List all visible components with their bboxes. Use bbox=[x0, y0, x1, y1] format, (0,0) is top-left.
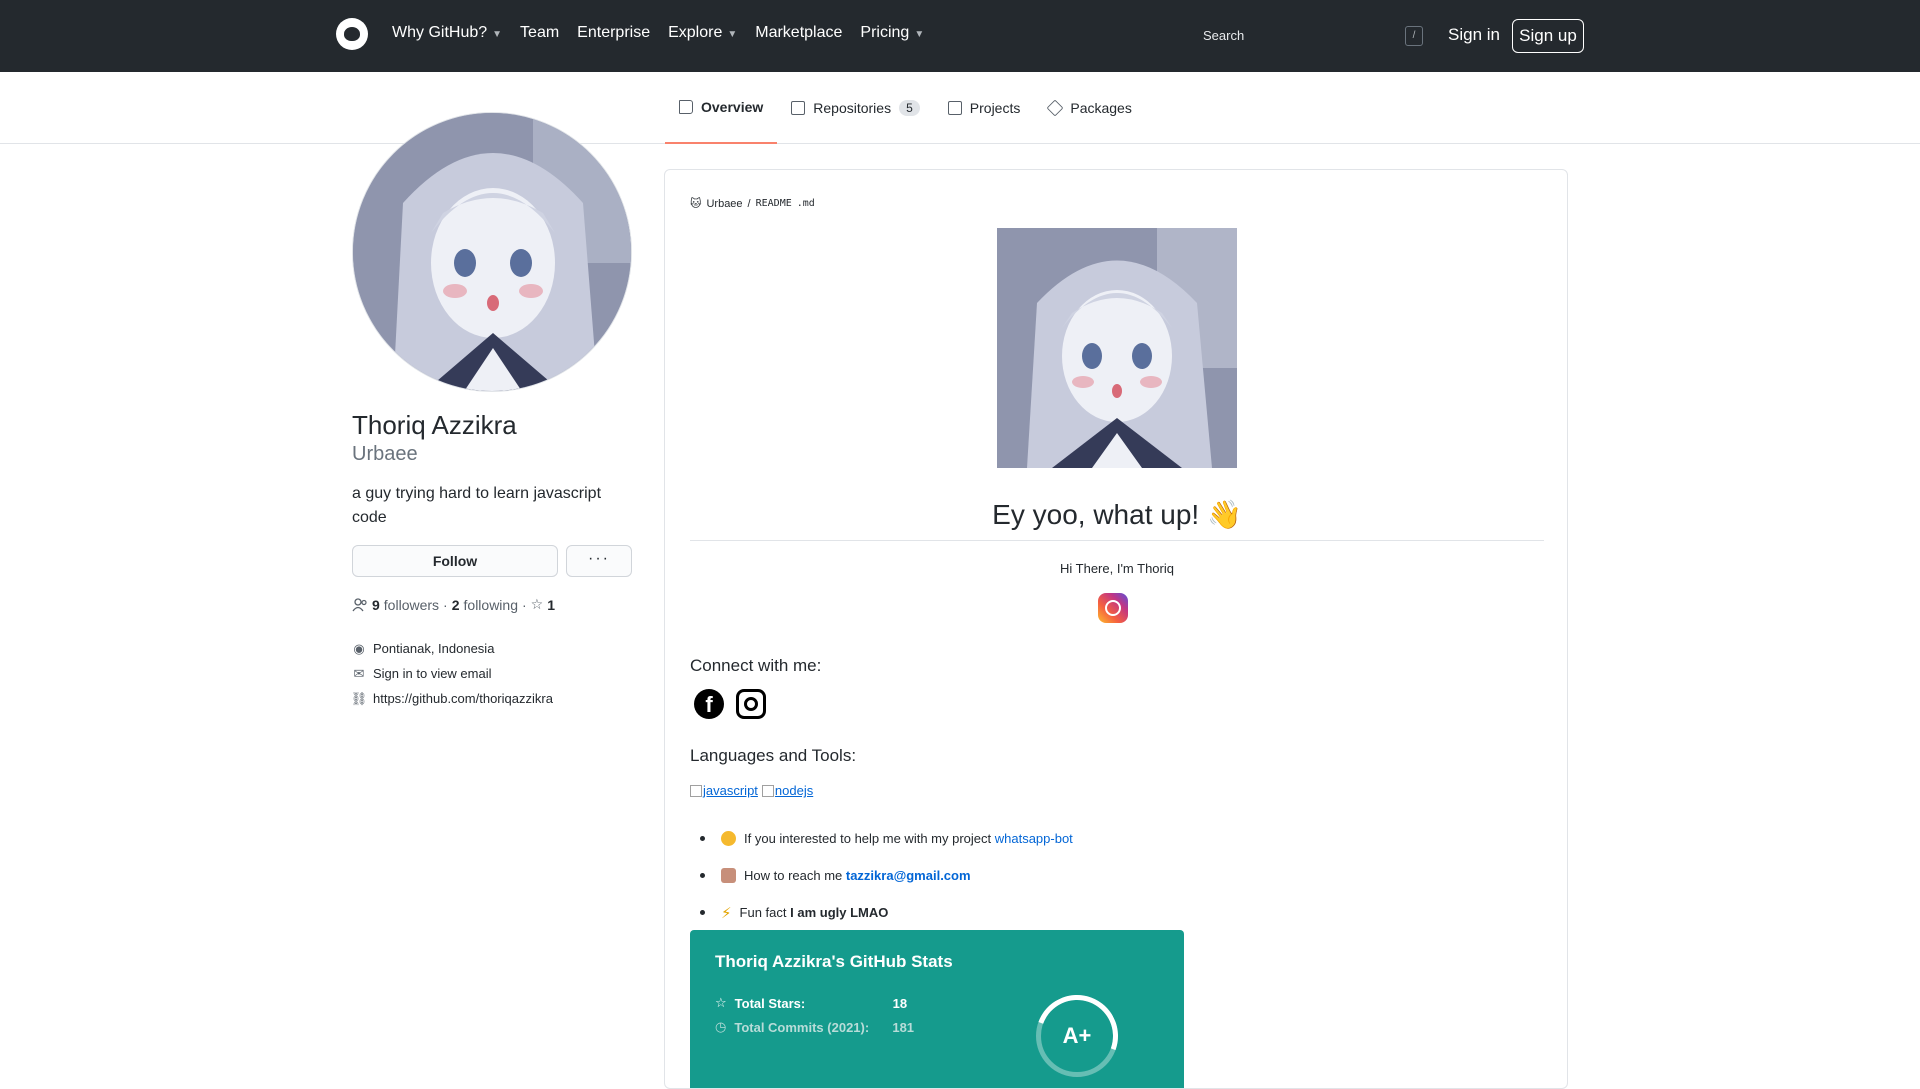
search-input[interactable]: Search bbox=[1193, 20, 1425, 52]
readme-image[interactable] bbox=[997, 228, 1237, 468]
search-shortcut-key: / bbox=[1405, 26, 1423, 46]
octocat-icon: 🐱 bbox=[690, 198, 702, 210]
tab-repositories[interactable]: Repositories 5 bbox=[777, 72, 934, 144]
main-nav: Why GitHub? ▼ Team Enterprise Explore ▼ Ma… bbox=[392, 24, 924, 42]
search-placeholder: Search bbox=[1203, 28, 1245, 43]
chevron-down-icon: ▼ bbox=[914, 28, 925, 40]
profile-login: Urbaee bbox=[352, 443, 418, 465]
followers-count[interactable]: 9 bbox=[372, 597, 380, 613]
readme-intro: Hi There, I'm Thoriq bbox=[1060, 561, 1174, 576]
profile-bio: a guy trying hard to learn javascript co… bbox=[352, 485, 602, 526]
mail-icon: ✉ bbox=[353, 665, 365, 681]
top-header: Why GitHub? ▼ Team Enterprise Explore ▼ Ma… bbox=[0, 0, 1920, 72]
following-label[interactable]: following bbox=[464, 597, 518, 613]
nav-why-github[interactable]: Why GitHub? ▼ bbox=[392, 24, 502, 42]
location-detail: ◉ Pontianak, Indonesia bbox=[353, 640, 495, 657]
tools-list: javascript nodejs bbox=[690, 783, 813, 798]
package-icon bbox=[1046, 99, 1064, 117]
avatar[interactable] bbox=[352, 112, 632, 392]
social-links: f bbox=[694, 689, 766, 719]
follow-stats: 9 followers · 2 following · ☆ 1 bbox=[352, 596, 555, 613]
heart-hands-icon bbox=[721, 831, 736, 846]
broken-image-icon bbox=[761, 784, 774, 797]
nav-marketplace[interactable]: Marketplace bbox=[755, 24, 842, 42]
email-detail[interactable]: ✉ Sign in to view email bbox=[352, 661, 553, 686]
stars-count[interactable]: 1 bbox=[547, 597, 555, 613]
follow-button[interactable]: Follow bbox=[352, 545, 558, 577]
stats-row-stars: ☆ Total Stars: 18 bbox=[715, 995, 908, 1011]
email-link[interactable]: tazzikra@gmail.com bbox=[846, 868, 971, 883]
chevron-down-icon: ▼ bbox=[727, 28, 738, 40]
facebook-icon[interactable]: f bbox=[694, 689, 724, 719]
tool-nodejs[interactable]: nodejs bbox=[761, 783, 813, 798]
connect-heading: Connect with me: bbox=[690, 656, 822, 675]
chevron-down-icon: ▼ bbox=[492, 28, 503, 40]
tab-packages[interactable]: Packages bbox=[1034, 72, 1145, 144]
followers-label[interactable]: followers bbox=[384, 597, 439, 613]
website-detail[interactable]: ⛓ https://github.com/thoriqazzikra bbox=[350, 686, 553, 711]
nav-explore[interactable]: Explore ▼ bbox=[668, 24, 737, 42]
signup-button[interactable]: Sign up bbox=[1512, 19, 1584, 53]
mailbox-icon bbox=[721, 868, 736, 883]
repo-count-badge: 5 bbox=[899, 100, 920, 116]
stats-row-commits: ◷ Total Commits (2021): 181 bbox=[715, 1019, 915, 1035]
following-count[interactable]: 2 bbox=[452, 597, 460, 613]
profile-tabbar: Overview Repositories 5 Projects Package… bbox=[0, 72, 1920, 144]
star-icon: ☆ bbox=[530, 596, 544, 612]
tab-overview[interactable]: Overview bbox=[665, 72, 778, 144]
location-icon: ◉ bbox=[353, 640, 365, 656]
nav-enterprise[interactable]: Enterprise bbox=[577, 24, 650, 42]
instagram-icon[interactable] bbox=[736, 689, 766, 719]
people-icon bbox=[352, 597, 367, 611]
book-icon bbox=[679, 100, 693, 114]
broken-image-icon bbox=[690, 784, 702, 797]
profile-name: Thoriq Azzikra bbox=[352, 410, 517, 440]
divider bbox=[690, 540, 1544, 541]
tab-projects[interactable]: Projects bbox=[934, 72, 1035, 144]
star-icon: ☆ bbox=[715, 995, 727, 1010]
readme-bullets: If you interested to help me with my pro… bbox=[690, 820, 1073, 931]
nav-pricing[interactable]: Pricing ▼ bbox=[860, 24, 924, 42]
signin-link[interactable]: Sign in bbox=[1448, 25, 1500, 45]
nav-team[interactable]: Team bbox=[520, 24, 559, 42]
profile-details: ◉ Pontianak, Indonesia ✉ Sign in to view… bbox=[350, 636, 553, 711]
readme-headline: Ey yoo, what up! 👋 bbox=[992, 499, 1242, 530]
list-item: How to reach me tazzikra@gmail.com bbox=[690, 857, 1073, 894]
readme-card: 🐱 Urbaee / README .md Ey yoo, what up! 👋 … bbox=[664, 169, 1568, 1089]
whatsapp-bot-link[interactable]: whatsapp-bot bbox=[995, 831, 1073, 846]
more-options-button[interactable]: ··· bbox=[566, 545, 632, 577]
link-icon: ⛓ bbox=[350, 690, 368, 706]
github-stats-card[interactable]: Thoriq Azzikra's GitHub Stats ☆ Total St… bbox=[690, 930, 1184, 1088]
instagram-badge-icon[interactable] bbox=[1098, 593, 1128, 623]
list-item: ⚡ Fun fact I am ugly LMAO bbox=[690, 894, 1073, 931]
tool-javascript[interactable]: javascript bbox=[690, 783, 758, 798]
github-logo-icon[interactable] bbox=[336, 18, 368, 50]
readme-illustration bbox=[997, 228, 1237, 468]
clock-icon: ◷ bbox=[715, 1019, 727, 1034]
repo-icon bbox=[791, 101, 806, 115]
readme-path: 🐱 Urbaee / README .md bbox=[690, 197, 815, 211]
avatar-illustration bbox=[353, 113, 631, 391]
grade-ring-progress bbox=[1022, 981, 1132, 1088]
lightning-icon: ⚡ bbox=[721, 904, 732, 922]
project-icon bbox=[947, 101, 962, 115]
tools-heading: Languages and Tools: bbox=[690, 746, 857, 765]
stats-title: Thoriq Azzikra's GitHub Stats bbox=[715, 952, 953, 971]
list-item: If you interested to help me with my pro… bbox=[690, 820, 1073, 857]
